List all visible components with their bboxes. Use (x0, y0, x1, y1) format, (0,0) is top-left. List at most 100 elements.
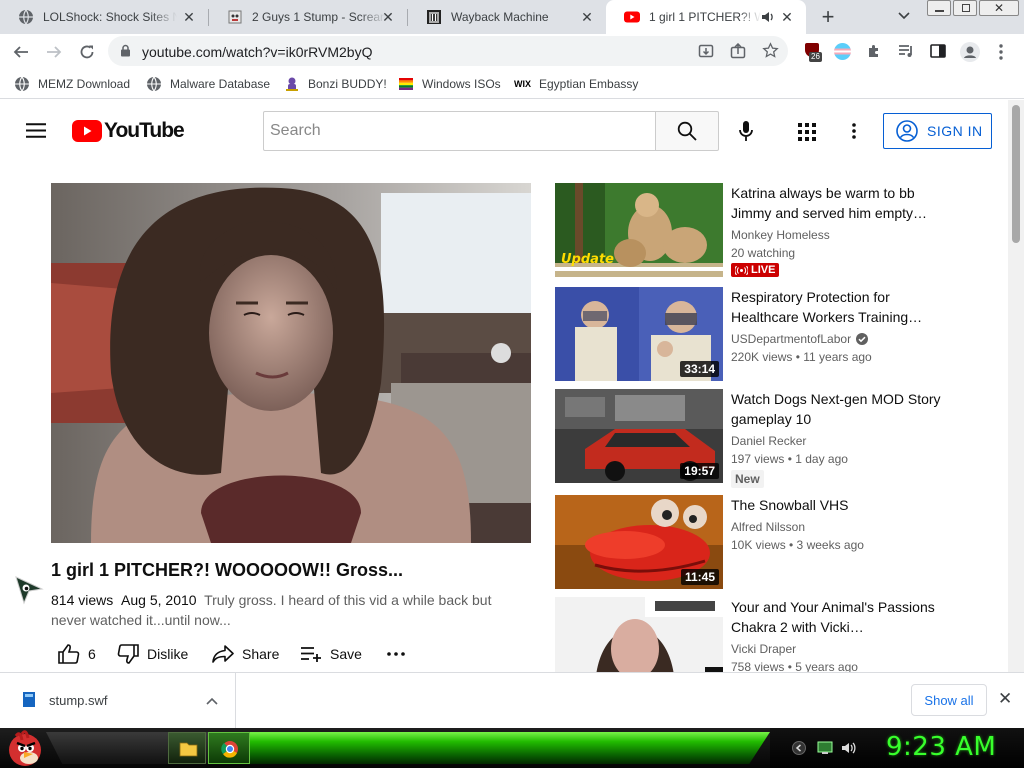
tab-search-chevron-icon[interactable] (898, 12, 910, 20)
channel-link[interactable]: USDepartmentofLabor (731, 332, 869, 346)
minimize-button[interactable] (927, 0, 951, 16)
thumbs-down-icon (117, 644, 139, 664)
back-arrow-icon[interactable] (13, 44, 29, 60)
taskbar-chrome-button[interactable] (208, 732, 250, 764)
apps-grid-icon[interactable] (798, 123, 816, 141)
ublock-extension-icon[interactable]: 26 (803, 43, 822, 62)
lock-icon[interactable] (120, 44, 131, 57)
install-app-icon[interactable] (698, 43, 714, 59)
address-bar[interactable]: youtube.com/watch?v=ik0rRVM2byQ (108, 36, 788, 66)
tab-2-guys-1-stump[interactable]: 2 Guys 1 Stump - Scream ✕ (209, 0, 407, 34)
forward-arrow-icon[interactable] (46, 44, 62, 60)
video-duration: 33:14 (680, 361, 719, 377)
microphone-icon[interactable] (739, 121, 753, 142)
bookmark-egyptian-embassy[interactable]: WIX Egyptian Embassy (514, 75, 638, 93)
video-thumbnail[interactable]: 19:57 (555, 389, 723, 483)
share-page-icon[interactable] (730, 43, 746, 59)
tab-wayback-machine[interactable]: Wayback Machine ✕ (408, 0, 606, 34)
tab-lolshock[interactable]: LOLShock: Shock Sites Ne ✕ (0, 0, 208, 34)
save-button[interactable]: Save (300, 643, 362, 665)
bookmark-label: Malware Database (170, 77, 271, 91)
video-thumbnail[interactable]: 33:14 (555, 287, 723, 381)
recommended-video-item[interactable]: 11:45 The Snowball VHS Alfred Nilsson 10… (555, 495, 955, 591)
monkey-thumbnail-image: Update (555, 183, 723, 277)
taskbar-clock[interactable]: 9:23 AM (886, 732, 996, 762)
video-description[interactable]: 814 views Aug 5, 2010 Truly gross. I hea… (51, 590, 511, 630)
channel-name[interactable]: Daniel Recker (731, 434, 806, 448)
download-shelf: stump.swf Show all ✕ (0, 672, 1024, 728)
bookmark-label: Bonzi BUDDY! (308, 77, 387, 91)
close-window-button[interactable]: ✕ (979, 0, 1019, 16)
window-controls: ✕ (927, 0, 1023, 17)
volume-icon[interactable] (841, 741, 857, 755)
profile-avatar[interactable] (960, 42, 980, 62)
recommended-video-title[interactable]: Watch Dogs Next-gen MOD Story gameplay 1… (731, 389, 941, 429)
search-box[interactable] (263, 111, 656, 151)
recommended-video-item[interactable]: Your and Your Animal's Passions Chakra 2… (555, 597, 955, 672)
new-tab-button[interactable]: + (818, 6, 838, 28)
live-badge: LIVE (731, 263, 780, 277)
search-button[interactable] (655, 111, 719, 151)
recommended-video-item[interactable]: 19:57 Watch Dogs Next-gen MOD Story game… (555, 389, 955, 488)
reload-icon[interactable] (79, 44, 95, 60)
side-panel-icon[interactable] (930, 43, 946, 59)
tab-close-icon[interactable]: ✕ (182, 9, 196, 25)
bookmark-memz-download[interactable]: MEMZ Download (14, 75, 130, 93)
recommended-video-item[interactable]: 33:14 Respiratory Protection for Healthc… (555, 287, 955, 383)
settings-dots-icon[interactable] (852, 123, 856, 139)
network-icon[interactable] (817, 741, 833, 755)
chevron-up-icon[interactable] (206, 697, 218, 705)
tab-close-icon[interactable]: ✕ (780, 9, 794, 25)
more-actions-icon[interactable] (387, 652, 405, 656)
tab-close-icon[interactable]: ✕ (381, 9, 395, 25)
youtube-logo[interactable]: YouTube (72, 119, 185, 143)
video-thumbnail[interactable]: Update (555, 183, 723, 277)
restore-button[interactable] (953, 0, 977, 16)
sign-in-button[interactable]: SIGN IN (883, 113, 992, 149)
url-text[interactable]: youtube.com/watch?v=ik0rRVM2byQ (142, 44, 372, 60)
close-shelf-icon[interactable]: ✕ (998, 689, 1012, 709)
share-arrow-icon (212, 645, 234, 663)
bookmark-star-icon[interactable] (762, 42, 779, 59)
youtube-logo-text: YouTube (104, 119, 185, 142)
browser-menu-icon[interactable] (999, 44, 1003, 60)
recommended-video-title[interactable]: Katrina always be warm to bb Jimmy and s… (731, 183, 941, 223)
tray-expand-icon[interactable] (792, 741, 806, 755)
bookmark-bonzi-buddy[interactable]: Bonzi BUDDY! (284, 75, 387, 93)
start-button-angry-bird-icon[interactable] (4, 728, 46, 768)
video-thumbnail[interactable]: 11:45 (555, 495, 723, 589)
vicki-thumbnail-image (555, 597, 723, 672)
bookmark-windows-isos[interactable]: Windows ISOs (398, 75, 501, 93)
recommended-video-title[interactable]: Respiratory Protection for Healthcare Wo… (731, 287, 941, 327)
search-input[interactable] (264, 112, 655, 150)
video-stats: 758 views • 5 years ago (731, 660, 858, 672)
youtube-page: YouTube SIGN IN (0, 100, 1008, 672)
channel-name[interactable]: Monkey Homeless (731, 228, 830, 242)
recommended-video-title[interactable]: Your and Your Animal's Passions Chakra 2… (731, 597, 941, 637)
taskbar-explorer-button[interactable] (168, 732, 206, 764)
scrollbar-thumb[interactable] (1012, 105, 1020, 243)
extensions-puzzle-icon[interactable] (866, 43, 882, 59)
video-thumbnail[interactable] (555, 597, 723, 672)
extension-badge: 26 (809, 52, 822, 62)
show-all-button[interactable]: Show all (911, 684, 987, 716)
tab-close-icon[interactable]: ✕ (580, 9, 594, 25)
page-scrollbar[interactable] (1008, 100, 1024, 672)
hamburger-menu-icon[interactable] (26, 123, 46, 138)
channel-name[interactable]: Alfred Nilsson (731, 520, 805, 534)
share-button[interactable]: Share (212, 643, 279, 665)
channel-name[interactable]: Vicki Draper (731, 642, 796, 656)
download-item[interactable]: stump.swf (0, 673, 236, 728)
video-stats: 20 watching (731, 246, 796, 260)
bookmark-malware-database[interactable]: Malware Database (146, 75, 270, 93)
flag-extension-icon[interactable] (834, 43, 851, 60)
recommended-video-title[interactable]: The Snowball VHS (731, 495, 941, 515)
dislike-button[interactable]: Dislike (117, 643, 188, 665)
speaker-icon[interactable] (761, 11, 774, 23)
video-player[interactable] (51, 183, 531, 543)
like-button[interactable]: 6 (58, 643, 96, 665)
folder-icon (179, 742, 198, 757)
tab-youtube-active[interactable]: 1 girl 1 PITCHER?! WO ✕ (606, 0, 806, 34)
recommended-video-item[interactable]: Update Katrina always be warm to bb Jimm… (555, 183, 955, 279)
media-queue-icon[interactable] (898, 43, 915, 59)
